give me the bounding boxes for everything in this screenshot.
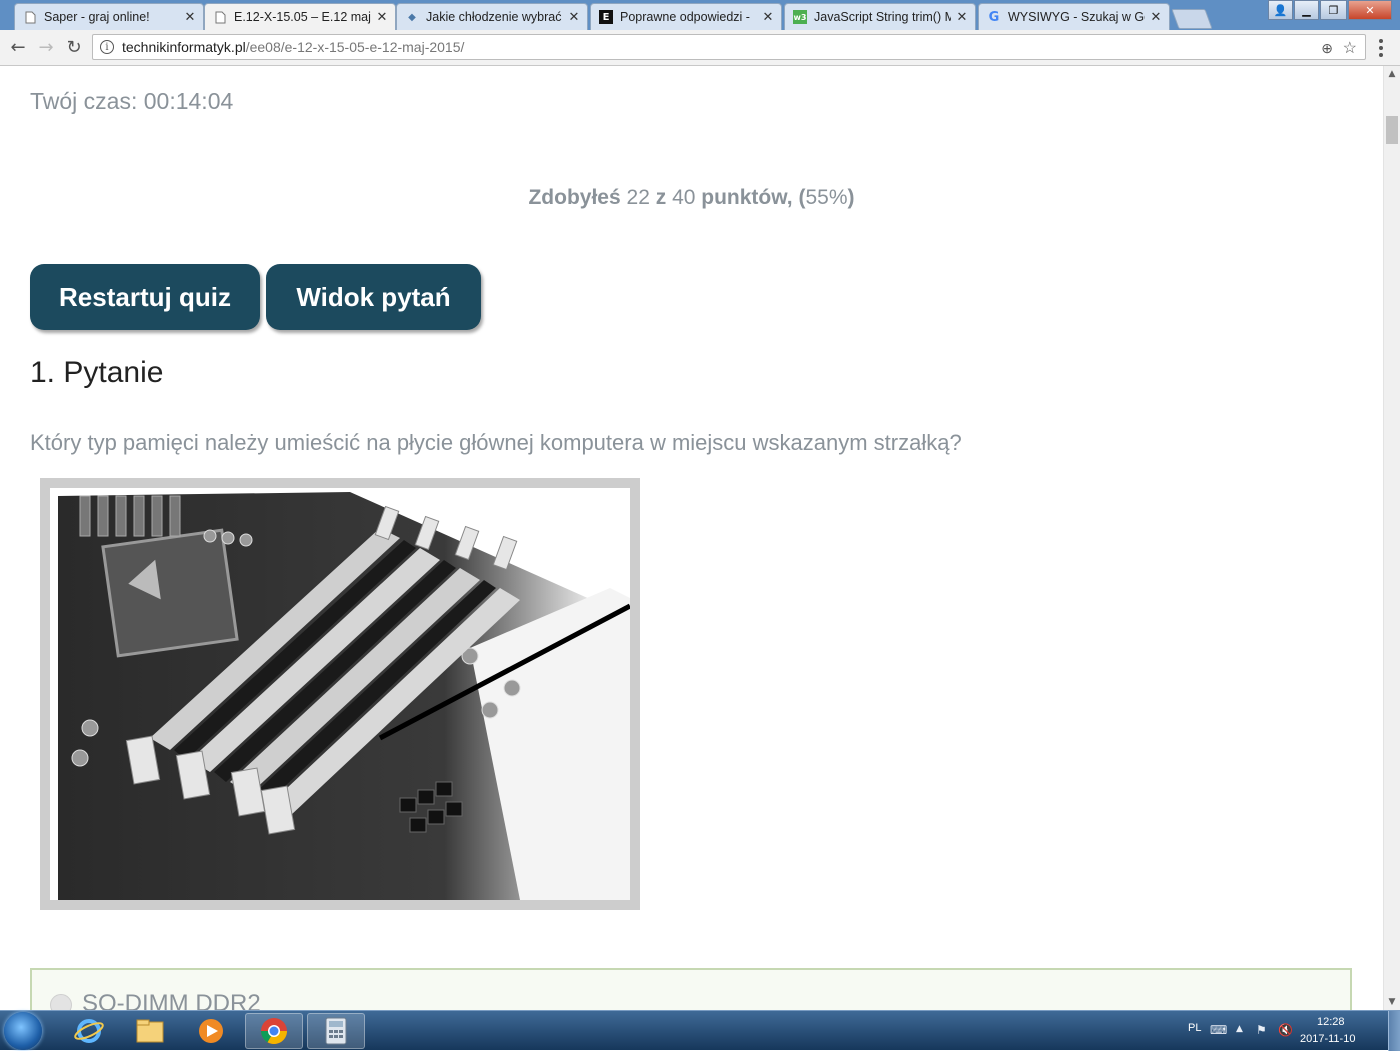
- clock-date[interactable]: 2017-11-10: [1300, 1033, 1355, 1045]
- browser-toolbar: ← → ↻ i technikinformatyk.pl/ee08/e-12-x…: [0, 30, 1400, 66]
- url-host: technikinformatyk.pl: [122, 39, 246, 55]
- question-view-button[interactable]: Widok pytań: [266, 264, 481, 330]
- answer-radio[interactable]: [50, 994, 72, 1010]
- quiz-score: Zdobyłeś 22 z 40 punktów, (55%): [0, 186, 1383, 210]
- fish-icon: ◆: [408, 11, 416, 23]
- close-tab-icon[interactable]: ✕: [761, 10, 775, 25]
- url-path: /ee08/e-12-x-15-05-e-12-maj-2015/: [245, 39, 465, 55]
- score-percent: 55%: [805, 186, 848, 209]
- scroll-up-arrow-icon[interactable]: ▲: [1384, 66, 1400, 82]
- calculator-icon[interactable]: [307, 1013, 365, 1049]
- network-icon[interactable]: ⚑: [1256, 1023, 1267, 1037]
- media-player-icon[interactable]: [182, 1013, 240, 1049]
- tab-title: Saper - graj online!: [44, 10, 150, 24]
- tab-poprawne[interactable]: E Poprawne odpowiedzi - ✕: [590, 3, 782, 30]
- tab-chlodzenie[interactable]: ◆ Jakie chłodzenie wybrać ✕: [396, 3, 588, 30]
- bookmark-star-icon[interactable]: ☆: [1343, 38, 1357, 58]
- explorer-icon[interactable]: [121, 1013, 179, 1049]
- address-bar[interactable]: i technikinformatyk.pl/ee08/e-12-x-15-05…: [92, 34, 1366, 60]
- tab-title: WYSIWYG - Szukaj w Goo: [1008, 10, 1145, 24]
- close-tab-icon[interactable]: ✕: [375, 10, 389, 25]
- e-logo-icon: E: [599, 10, 613, 24]
- back-arrow-icon[interactable]: ←: [6, 36, 30, 58]
- tab-e12-quiz[interactable]: E.12-X-15.05 – E.12 maj 2015 ✕: [204, 3, 396, 30]
- w3-icon: w3: [793, 10, 807, 24]
- forward-arrow-icon[interactable]: →: [34, 36, 58, 58]
- tab-strip: Saper - graj online! ✕ E.12-X-15.05 – E.…: [0, 0, 1400, 30]
- score-prefix: Zdobyłeś: [528, 186, 621, 209]
- scroll-down-arrow-icon[interactable]: ▼: [1384, 994, 1400, 1010]
- answer-option[interactable]: SO-DIMM DDR2: [30, 968, 1352, 1010]
- tab-title: Poprawne odpowiedzi -: [620, 10, 750, 24]
- tab-wysiwyg[interactable]: G WYSIWYG - Szukaj w Goo ✕: [978, 3, 1170, 30]
- close-window-button[interactable]: ✕: [1348, 0, 1392, 20]
- page-icon: [23, 10, 37, 24]
- close-tab-icon[interactable]: ✕: [1149, 10, 1163, 25]
- motherboard-photo: [40, 478, 640, 910]
- reload-icon[interactable]: ↻: [62, 36, 86, 58]
- score-points: 22: [626, 186, 650, 209]
- quiz-timer: Twój czas: 00:14:04: [30, 88, 234, 114]
- close-tab-icon[interactable]: ✕: [567, 10, 581, 25]
- answer-label: SO-DIMM DDR2: [82, 990, 261, 1010]
- score-of: z: [655, 186, 667, 209]
- question-text: Który typ pamięci należy umieścić na pły…: [30, 430, 962, 455]
- question-heading: 1. Pytanie: [30, 356, 164, 389]
- close-tab-icon[interactable]: ✕: [183, 10, 197, 25]
- start-button[interactable]: [4, 1012, 42, 1050]
- chrome-menu-icon[interactable]: [1379, 39, 1383, 57]
- clock-time[interactable]: 12:28: [1317, 1016, 1345, 1028]
- language-indicator[interactable]: PL: [1188, 1022, 1201, 1034]
- info-icon[interactable]: i: [100, 40, 114, 54]
- motherboard-illustration: [50, 488, 630, 900]
- windows-taskbar: PL ⌨ ▲ ⚑ 🔇 12:28 2017-11-10: [0, 1010, 1400, 1051]
- ie-icon[interactable]: [60, 1013, 118, 1049]
- new-tab-button[interactable]: [1171, 9, 1213, 29]
- tab-title: Jakie chłodzenie wybrać: [426, 10, 562, 24]
- chrome-icon[interactable]: [245, 1013, 303, 1049]
- close-tab-icon[interactable]: ✕: [955, 10, 969, 25]
- show-hidden-icons-icon[interactable]: ▲: [1236, 1024, 1243, 1034]
- user-icon[interactable]: 👤: [1268, 0, 1293, 20]
- score-close: ): [847, 186, 855, 209]
- minimize-button[interactable]: ▁: [1294, 0, 1319, 20]
- maximize-button[interactable]: ❐: [1320, 0, 1347, 20]
- google-icon: G: [988, 9, 1000, 25]
- tab-saper[interactable]: Saper - graj online! ✕: [14, 3, 204, 30]
- score-total: 40: [672, 186, 696, 209]
- score-suffix: punktów, (: [701, 186, 806, 209]
- scroll-thumb[interactable]: [1386, 116, 1398, 144]
- page-scrollbar[interactable]: ▲ ▼: [1383, 66, 1400, 1010]
- keyboard-icon[interactable]: ⌨: [1210, 1023, 1227, 1037]
- system-tray: PL ⌨ ▲ ⚑ 🔇 12:28 2017-11-10: [1170, 1011, 1400, 1051]
- page-content: Twój czas: 00:14:04 Zdobyłeś 22 z 40 pun…: [0, 66, 1383, 1010]
- tab-js-trim[interactable]: w3 JavaScript String trim() M ✕: [784, 3, 976, 30]
- zoom-icon[interactable]: ⊕: [1321, 40, 1333, 57]
- show-desktop-button[interactable]: [1388, 1011, 1400, 1051]
- volume-icon[interactable]: 🔇: [1278, 1023, 1293, 1037]
- tab-title: E.12-X-15.05 – E.12 maj 2015: [234, 10, 371, 24]
- tab-title: JavaScript String trim() M: [814, 10, 951, 24]
- page-icon: [213, 10, 227, 24]
- restart-quiz-button[interactable]: Restartuj quiz: [30, 264, 260, 330]
